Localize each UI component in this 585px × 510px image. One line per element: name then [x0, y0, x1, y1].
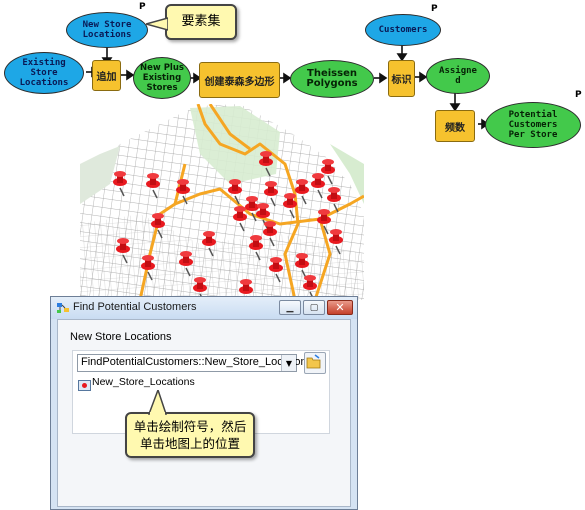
parameter-marker: P [575, 90, 582, 100]
customers-node[interactable]: Customers [365, 14, 441, 46]
minimize-button[interactable]: ▁ [279, 300, 301, 315]
existing-store-locations-node[interactable]: Existing Store Locations [4, 52, 84, 94]
feature-class-icon [78, 376, 91, 391]
dropdown-value: FindPotentialCustomers::New_Store_Locati… [81, 356, 313, 368]
new-store-locations-node[interactable]: New Store Locations [66, 12, 148, 48]
parameter-marker: P [431, 4, 438, 14]
callout-pointer [146, 17, 168, 31]
feature-tree-item[interactable]: New_Store_Locations [92, 376, 195, 388]
new-store-locations-label: New Store Locations [70, 331, 172, 343]
browse-button[interactable] [304, 352, 326, 374]
identity-tool[interactable]: 标识 [388, 60, 415, 97]
feature-set-dropdown[interactable]: FindPotentialCustomers::New_Store_Locati… [77, 354, 312, 372]
folder-icon [306, 354, 321, 369]
assigned-node[interactable]: Assigne d [426, 58, 490, 94]
dialog-title: Find Potential Customers [73, 301, 197, 313]
potential-customers-node[interactable]: Potential Customers Per Store [485, 102, 581, 148]
callout-pointer [147, 390, 168, 416]
dialog-titlebar[interactable]: Find Potential Customers ▁ ▢ ✕ [51, 297, 357, 319]
dialog-client-area: New Store Locations FindPotentialCustome… [57, 319, 351, 507]
chevron-down-icon[interactable]: ▼ [281, 355, 296, 371]
parameter-marker: P [139, 2, 146, 12]
street-map[interactable] [80, 104, 364, 300]
find-potential-customers-dialog[interactable]: Find Potential Customers ▁ ▢ ✕ New Store… [50, 296, 358, 510]
thiessen-polygons-node[interactable]: Theissen Polygons [290, 60, 374, 98]
close-button[interactable]: ✕ [327, 300, 353, 315]
frequency-tool[interactable]: 频数 [435, 110, 475, 142]
create-thiessen-polygons-tool[interactable]: 创建泰森多边形 [199, 62, 280, 98]
maximize-button[interactable]: ▢ [303, 300, 325, 315]
model-tool-icon [57, 303, 69, 313]
append-tool[interactable]: 追加 [92, 60, 121, 91]
new-plus-existing-node[interactable]: New Plus Existing Stores [133, 57, 191, 99]
instruction-callout: 单击绘制符号，然后 单击地图上的位置 [125, 412, 255, 458]
feature-set-callout: 要素集 [165, 4, 237, 40]
